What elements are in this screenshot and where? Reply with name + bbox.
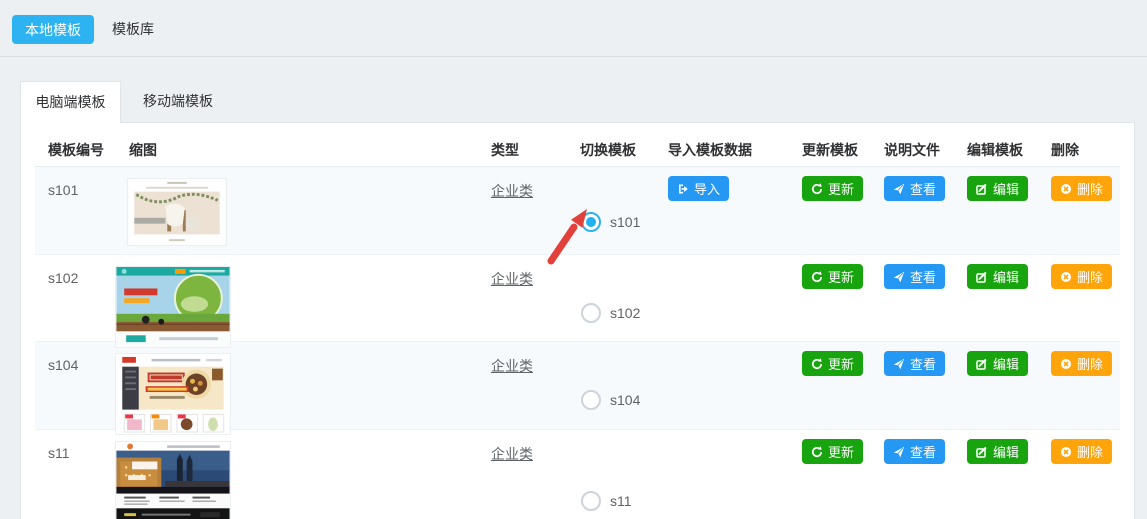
- paper-plane-icon: [893, 358, 905, 370]
- delete-button[interactable]: 删除: [1051, 439, 1112, 464]
- table-row: s102: [35, 255, 1120, 342]
- col-header-import: 导入模板数据: [668, 123, 802, 166]
- type-link[interactable]: 企业类: [491, 358, 533, 374]
- tab-mobile-templates[interactable]: 移动端模板: [121, 81, 235, 122]
- view-button[interactable]: 查看: [884, 264, 945, 289]
- switch-template-radio[interactable]: [581, 390, 601, 410]
- tab-template-library[interactable]: 模板库: [112, 15, 154, 44]
- col-header-code: 模板编号: [35, 123, 113, 166]
- x-circle-icon: [1060, 183, 1072, 195]
- tab-pc-templates[interactable]: 电脑端模板: [20, 81, 121, 123]
- thumbnail-s11: [115, 441, 231, 519]
- paper-plane-icon: [893, 271, 905, 283]
- col-header-thumbnail: 缩图: [113, 123, 491, 166]
- col-header-docs: 说明文件: [884, 123, 967, 166]
- edit-button[interactable]: 编辑: [967, 439, 1028, 464]
- table-row: s104: [35, 342, 1120, 430]
- thumbnail-s102: [115, 266, 231, 348]
- template-table-card: 模板编号 缩图 类型 切换模板 导入模板数据 更新模板 说明文件 编辑模板 删除…: [20, 122, 1135, 519]
- type-link[interactable]: 企业类: [491, 271, 533, 287]
- import-icon: [677, 183, 689, 195]
- template-code: s102: [35, 255, 113, 348]
- refresh-icon: [811, 271, 823, 283]
- edit-icon: [976, 183, 988, 195]
- edit-button[interactable]: 编辑: [967, 176, 1028, 201]
- type-link[interactable]: 企业类: [491, 446, 533, 462]
- switch-template-radio[interactable]: [581, 303, 601, 323]
- edit-button[interactable]: 编辑: [967, 351, 1028, 376]
- template-code: s104: [35, 342, 113, 435]
- x-circle-icon: [1060, 446, 1072, 458]
- view-button[interactable]: 查看: [884, 351, 945, 376]
- refresh-icon: [811, 358, 823, 370]
- col-header-delete: 删除: [1051, 123, 1120, 166]
- radio-label: s104: [610, 392, 640, 408]
- view-button[interactable]: 查看: [884, 439, 945, 464]
- col-header-update: 更新模板: [802, 123, 884, 166]
- refresh-icon: [811, 446, 823, 458]
- view-button[interactable]: 查看: [884, 176, 945, 201]
- top-tab-bar: 本地模板 模板库: [0, 0, 1147, 57]
- edit-icon: [976, 446, 988, 458]
- radio-label: s101: [610, 214, 640, 230]
- x-circle-icon: [1060, 271, 1072, 283]
- delete-button[interactable]: 删除: [1051, 351, 1112, 376]
- switch-template-radio[interactable]: [581, 491, 601, 511]
- type-link[interactable]: 企业类: [491, 183, 533, 199]
- col-header-type: 类型: [491, 123, 580, 166]
- delete-button[interactable]: 删除: [1051, 264, 1112, 289]
- edit-button[interactable]: 编辑: [967, 264, 1028, 289]
- table-row: s101 企业类: [35, 167, 1120, 255]
- update-button[interactable]: 更新: [802, 439, 863, 464]
- delete-button[interactable]: 删除: [1051, 176, 1112, 201]
- edit-icon: [976, 271, 988, 283]
- import-button[interactable]: 导入: [668, 176, 729, 201]
- refresh-icon: [811, 183, 823, 195]
- thumbnail-s101: [127, 178, 227, 246]
- col-header-edit: 编辑模板: [967, 123, 1051, 166]
- thumbnail-s104: [115, 353, 231, 435]
- app-window: { "topbar": { "tabs": [ { "label": "本地模板…: [0, 0, 1147, 519]
- x-circle-icon: [1060, 358, 1072, 370]
- update-button[interactable]: 更新: [802, 264, 863, 289]
- tab-local-templates[interactable]: 本地模板: [12, 15, 94, 44]
- table-header-row: 模板编号 缩图 类型 切换模板 导入模板数据 更新模板 说明文件 编辑模板 删除: [35, 123, 1120, 167]
- radio-label: s102: [610, 305, 640, 321]
- radio-label: s11: [610, 493, 632, 509]
- paper-plane-icon: [893, 446, 905, 458]
- col-header-switch: 切换模板: [580, 123, 668, 166]
- update-button[interactable]: 更新: [802, 351, 863, 376]
- template-code: s11: [35, 430, 113, 519]
- edit-icon: [976, 358, 988, 370]
- switch-template-radio[interactable]: [581, 212, 601, 232]
- update-button[interactable]: 更新: [802, 176, 863, 201]
- table-row: s11: [35, 430, 1120, 519]
- template-code: s101: [35, 167, 113, 254]
- paper-plane-icon: [893, 183, 905, 195]
